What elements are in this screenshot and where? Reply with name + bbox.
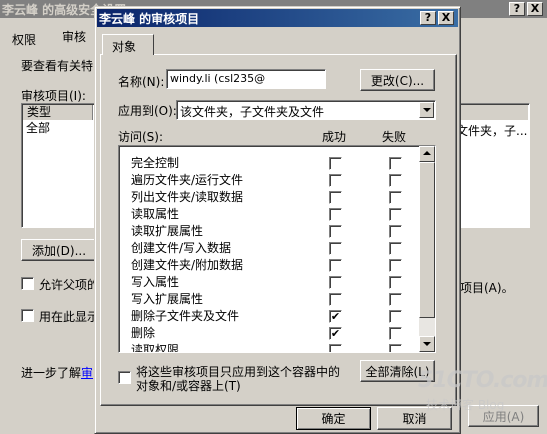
- permission-row-name: 删除: [131, 326, 156, 340]
- change-button[interactable]: 更改(C)...: [360, 69, 435, 91]
- permission-row-name: 读取权限: [131, 343, 180, 353]
- bg-row-all[interactable]: 全部: [24, 121, 52, 135]
- apply-only-checkbox[interactable]: [118, 371, 131, 384]
- permission-success-checkbox[interactable]: [329, 276, 342, 289]
- bg-inherit-label: 允许父项的: [39, 278, 100, 292]
- audit-entry-dialog: 李云峰 的审核项目 ? X 对象 名称(N): windy.li (csl235…: [94, 6, 461, 434]
- bg-inherit-label-tail: 项目(A)。: [460, 281, 514, 295]
- permission-success-checkbox[interactable]: [329, 191, 342, 204]
- scroll-thumb[interactable]: [419, 162, 435, 318]
- permission-success-checkbox[interactable]: [329, 344, 342, 352]
- permission-row-name: 读取扩展属性: [131, 224, 204, 238]
- apply-only-label-line2: 对象和/或容器上(T): [136, 379, 241, 393]
- bg-tab-audit[interactable]: 审核: [62, 28, 86, 45]
- apply-to-select[interactable]: 该文件夹，子文件夹及文件: [176, 100, 436, 120]
- permission-fail-checkbox[interactable]: [389, 191, 402, 204]
- bg-description: 要查看有关特: [21, 59, 94, 73]
- permission-success-checkbox[interactable]: [329, 208, 342, 221]
- permission-fail-checkbox[interactable]: [389, 293, 402, 306]
- bg-learn-more: 进一步了解审: [21, 364, 93, 381]
- permissions-list[interactable]: 完全控制遍历文件夹/运行文件 列出文件夹/读取数据 读取属性读取扩展属性创建文件/写…: [118, 145, 436, 353]
- col-fail-header: 失败: [382, 130, 407, 144]
- bg-entries-list[interactable]: 类型 全部: [21, 103, 97, 228]
- permission-fail-checkbox[interactable]: [389, 242, 402, 255]
- apply-to-label: 应用到(O):: [118, 104, 177, 118]
- triangle-up-icon: [423, 151, 431, 155]
- permission-success-checkbox[interactable]: [329, 157, 342, 170]
- permission-fail-checkbox[interactable]: [389, 276, 402, 289]
- permissions-scrollbar[interactable]: [419, 146, 435, 352]
- bg-entries-label: 审核项目(I):: [21, 89, 86, 103]
- permission-fail-checkbox[interactable]: [389, 310, 402, 323]
- bg-col-header-right: [457, 105, 528, 120]
- permission-row-name: 删除子文件夹及文件: [131, 309, 240, 323]
- permission-success-checkbox[interactable]: [329, 259, 342, 272]
- permission-fail-checkbox[interactable]: [389, 259, 402, 272]
- bg-entries-list-right: 文件夹，子...: [455, 103, 530, 228]
- permission-fail-checkbox[interactable]: [389, 344, 402, 352]
- permission-success-checkbox[interactable]: ✔: [329, 327, 342, 340]
- permission-row-name: 写入扩展属性: [131, 292, 204, 306]
- permission-success-checkbox[interactable]: [329, 225, 342, 238]
- bg-tab-permissions[interactable]: 权限: [12, 31, 36, 48]
- ok-button[interactable]: 确定: [296, 407, 371, 430]
- permission-fail-checkbox[interactable]: [389, 157, 402, 170]
- name-value: windy.li (csl235@: [170, 72, 266, 85]
- bg-inherit-checkbox[interactable]: [21, 277, 34, 290]
- bg-col-type[interactable]: 类型: [23, 105, 93, 120]
- permission-fail-checkbox[interactable]: [389, 327, 402, 340]
- bg-apply-sub-checkbox[interactable]: [21, 309, 34, 322]
- cancel-button[interactable]: 取消: [377, 407, 452, 430]
- tab-object[interactable]: 对象: [102, 34, 154, 55]
- apply-to-value: 该文件夹，子文件夹及文件: [180, 105, 325, 119]
- permission-success-checkbox[interactable]: ✔: [329, 310, 342, 323]
- bg-close-button[interactable]: X: [527, 2, 543, 16]
- permission-row-name: 列出文件夹/读取数据: [131, 190, 244, 204]
- scroll-up-button[interactable]: [419, 146, 435, 162]
- permission-row-name: 读取属性: [131, 207, 180, 221]
- name-label: 名称(N):: [118, 75, 165, 89]
- permission-success-checkbox[interactable]: [329, 174, 342, 187]
- permission-success-checkbox[interactable]: [329, 293, 342, 306]
- permission-row-name: 写入属性: [131, 275, 180, 289]
- access-label: 访问(S):: [118, 130, 164, 144]
- triangle-down-icon: [423, 342, 431, 346]
- permission-row-name: 创建文件/写入数据: [131, 241, 232, 255]
- dropdown-arrow-button[interactable]: [419, 102, 434, 118]
- clear-all-button[interactable]: 全部清除(L): [360, 360, 435, 382]
- bg-apply-sub-label: 用在此显示: [39, 310, 100, 324]
- permission-fail-checkbox[interactable]: [389, 174, 402, 187]
- bg-row-right-text: 文件夹，子...: [456, 124, 528, 138]
- dialog-titlebar[interactable]: 李云峰 的审核项目: [97, 9, 458, 27]
- permission-fail-checkbox[interactable]: [389, 225, 402, 238]
- permission-fail-checkbox[interactable]: [389, 208, 402, 221]
- scroll-down-button[interactable]: [419, 336, 435, 352]
- permission-row-name: 完全控制: [131, 156, 180, 170]
- dialog-title: 李云峰 的审核项目: [99, 11, 200, 26]
- name-field: windy.li (csl235@: [166, 69, 326, 89]
- bg-help-button[interactable]: ?: [509, 2, 525, 16]
- permission-success-checkbox[interactable]: [329, 242, 342, 255]
- permission-row-name: 遍历文件夹/运行文件: [131, 173, 244, 187]
- bg-learn-more-link[interactable]: 审: [81, 366, 93, 380]
- permission-row-name: 创建文件夹/附加数据: [131, 258, 244, 272]
- bg-apply-button[interactable]: 应用(A): [468, 405, 539, 427]
- dialog-help-button[interactable]: ?: [420, 11, 436, 25]
- col-success-header: 成功: [322, 130, 347, 144]
- chevron-down-icon: [423, 108, 431, 112]
- bg-add-button[interactable]: 添加(D)...: [21, 239, 97, 261]
- tab-object-label: 对象: [112, 40, 137, 54]
- bg-learn-more-text: 进一步了解: [21, 366, 82, 380]
- dialog-close-button[interactable]: X: [438, 11, 454, 25]
